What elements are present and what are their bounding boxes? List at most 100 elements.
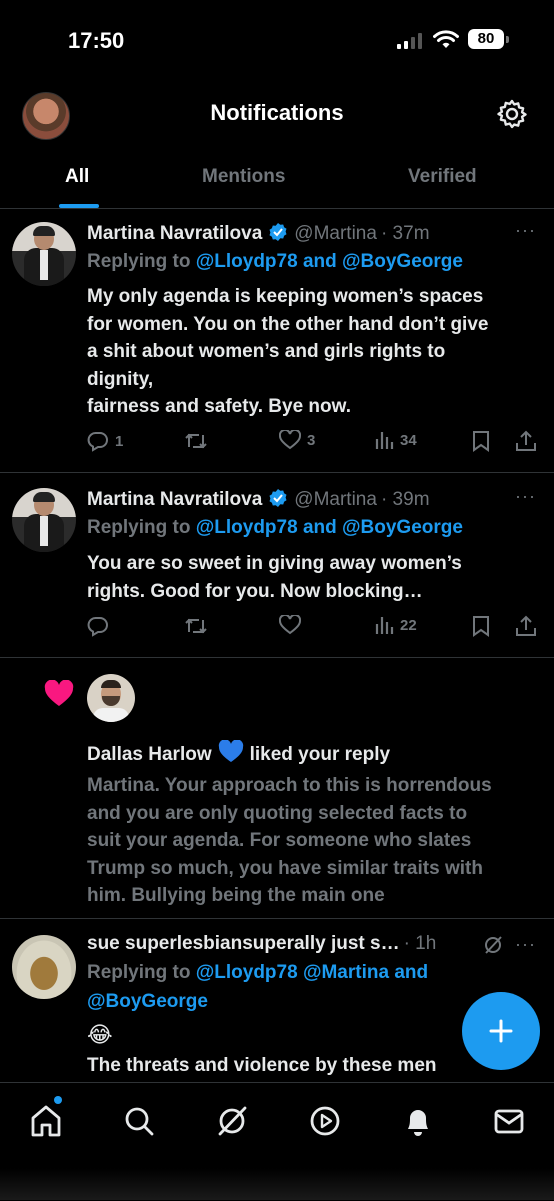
text-line: Trump so much, you have similar traits w… [87, 857, 483, 879]
replying-to: Replying to @Lloydp78 and @BoyGeorge [87, 251, 463, 273]
grok-icon[interactable] [214, 1103, 250, 1139]
video-icon[interactable] [307, 1103, 343, 1139]
replying-to: Replying to @Lloydp78 and @BoyGeorge [87, 517, 463, 539]
laughing-emoji: 😂 [87, 1022, 113, 1047]
tweet-line: My only agenda is keeping women’s spaces [87, 286, 484, 307]
tweet-text: My only agenda is keeping women’s spaces… [87, 283, 542, 421]
retweet-button[interactable] [184, 430, 214, 452]
bookmark-button[interactable] [472, 615, 490, 637]
plus-icon [489, 1019, 513, 1043]
tweet-author[interactable]: Martina Navratilova @Martina · 37m [87, 222, 430, 245]
text-line: him. Bullying being the main one [87, 885, 385, 906]
like-action: liked your reply [249, 744, 391, 765]
notifications-header: Notifications All Mentions Verified [0, 80, 554, 209]
tab-verified[interactable]: Verified [408, 166, 477, 188]
share-icon [516, 430, 536, 451]
tweet-card[interactable]: Martina Navratilova @Martina · 37m ··· Rep… [0, 209, 554, 473]
views-icon [375, 432, 394, 449]
text-line: and you are only quoting selected facts … [87, 802, 468, 824]
tweet-line: dignity, [87, 368, 154, 390]
replying-to: @BoyGeorge [87, 991, 208, 1013]
reply-icon [87, 617, 108, 637]
active-tab-indicator [59, 204, 99, 208]
home-icon[interactable] [28, 1103, 64, 1139]
tweet-line: a shit about women’s and girls rights to [87, 341, 446, 362]
avatar[interactable] [12, 488, 76, 552]
share-icon [516, 615, 536, 636]
blue-heart-emoji-icon [218, 740, 243, 762]
tab-bar: All Mentions Verified [0, 162, 554, 208]
liker-name[interactable]: Dallas Harlow [87, 744, 212, 765]
replying-to-label: Replying to [87, 251, 196, 272]
wifi-icon [433, 30, 459, 48]
replying-to-link[interactable]: @BoyGeorge [87, 991, 208, 1012]
more-options-button[interactable]: ··· [515, 486, 536, 507]
more-options-button[interactable]: ··· [515, 220, 536, 241]
bell-icon[interactable] [400, 1103, 436, 1139]
tab-all[interactable]: All [65, 166, 89, 188]
tweet-author[interactable]: Martina Navratilova @Martina · 39m [87, 488, 430, 511]
avatar[interactable] [87, 674, 135, 722]
like-button[interactable] [279, 615, 307, 635]
tweet-line: fairness and safety. Bye now. [87, 396, 351, 417]
tweet-line: rights. Good for you. Now blocking… [87, 580, 423, 602]
mail-icon[interactable] [491, 1103, 527, 1139]
bookmark-icon [473, 616, 489, 637]
share-button[interactable] [515, 615, 537, 637]
page-title: Notifications [210, 100, 344, 125]
reply-icon [87, 432, 108, 452]
retweet-icon [185, 618, 207, 634]
like-button[interactable]: 3 [279, 430, 315, 450]
views-button[interactable]: 34 [374, 430, 417, 450]
share-button[interactable] [515, 430, 537, 452]
tweet-actions: 1 3 34 [87, 430, 537, 458]
author-name: Martina Navratilova [87, 489, 263, 510]
replying-to: Replying to @Lloydp78 @Martina and [87, 962, 428, 984]
text-line: suit your agenda. For someone who slates [87, 830, 472, 851]
cellular-signal-icon [397, 33, 422, 49]
battery-indicator: 80 [468, 29, 504, 49]
like-icon [279, 615, 301, 635]
tweet-actions: 22 [87, 615, 537, 643]
replying-to-link[interactable]: @Lloydp78 and @BoyGeorge [196, 517, 463, 538]
battery-tip [506, 36, 509, 43]
grok-icon[interactable] [482, 934, 504, 956]
retweet-icon [185, 433, 207, 449]
view-count: 22 [400, 616, 417, 634]
reply-button[interactable] [87, 615, 115, 637]
replying-to-link[interactable]: @Lloydp78 and @BoyGeorge [196, 251, 463, 272]
author-name: sue superlesbiansuperally just s… [87, 933, 400, 954]
author-handle: @Martina [294, 489, 377, 510]
more-options-button[interactable]: ··· [515, 934, 536, 955]
reply-button[interactable]: 1 [87, 430, 123, 452]
like-icon [279, 430, 301, 450]
retweet-button[interactable] [184, 615, 214, 637]
view-count: 34 [400, 431, 417, 449]
replying-to-link[interactable]: @Lloydp78 @Martina and [196, 962, 428, 983]
search-icon[interactable] [121, 1103, 157, 1139]
tab-mentions[interactable]: Mentions [202, 166, 285, 188]
gear-icon[interactable] [496, 98, 528, 130]
tweet-time: · 39m [380, 489, 430, 510]
views-icon [375, 617, 394, 634]
verified-badge-icon [269, 223, 287, 241]
home-indicator-area [0, 1168, 554, 1200]
replying-to-label: Replying to [87, 962, 196, 983]
like-title: Dallas Harlow liked your reply [87, 740, 390, 766]
liked-reply-text: Martina. Your approach to this is horren… [87, 772, 545, 910]
tweet-line: You are so sweet in giving away women’s [87, 553, 462, 574]
home-notification-dot [54, 1096, 62, 1104]
tweet-author[interactable]: sue superlesbiansuperally just s… · 1h [87, 933, 436, 955]
author-handle: @Martina [294, 223, 377, 244]
tweet-time: · 1h [403, 933, 437, 954]
views-button[interactable]: 22 [374, 615, 417, 635]
author-name: Martina Navratilova [87, 223, 263, 244]
bookmark-button[interactable] [472, 430, 490, 452]
tweet-card[interactable]: Martina Navratilova @Martina · 39m ··· Rep… [0, 473, 554, 658]
text-line: Martina. Your approach to this is horren… [87, 775, 492, 796]
compose-button[interactable] [462, 992, 540, 1070]
reply-count: 1 [115, 432, 124, 450]
avatar[interactable] [12, 935, 76, 999]
avatar[interactable] [12, 222, 76, 286]
replying-to-label: Replying to [87, 517, 196, 538]
